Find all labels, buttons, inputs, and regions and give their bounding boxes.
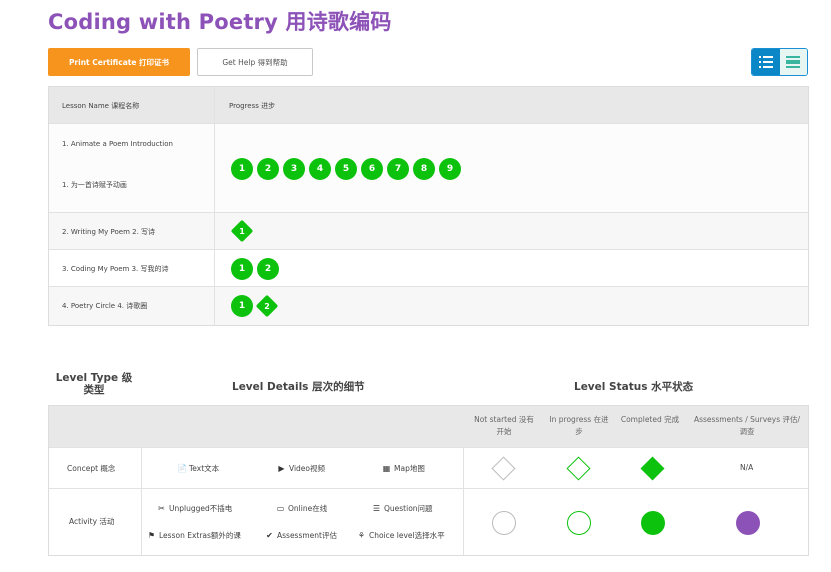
progress-table: Lesson Name 课程名称 Progress 进步 1. Animate … bbox=[48, 86, 809, 326]
table-header-row: Lesson Name 课程名称 Progress 进步 bbox=[49, 87, 808, 124]
legend-header-row: Not started 没有开始 In progress 在进步 Complet… bbox=[49, 406, 808, 447]
detail-text: 📄 Text文本 bbox=[177, 464, 220, 473]
level-bubble[interactable]: 1 bbox=[231, 295, 253, 317]
activity-in-progress-circle bbox=[567, 511, 591, 535]
print-certificate-button[interactable]: Print Certificate 打印证书 bbox=[48, 48, 190, 76]
view-toggle bbox=[751, 48, 808, 76]
lesson-name[interactable]: 3. Coding My Poem 3. 写我的诗 bbox=[62, 264, 168, 274]
level-bubble[interactable]: 5 bbox=[335, 158, 357, 180]
list-icon bbox=[758, 56, 773, 68]
detail-online: ▭ Online在线 bbox=[276, 504, 328, 513]
table-row: 4. Poetry Circle 4. 诗歌圈 1 2 bbox=[49, 287, 808, 325]
level-bubble[interactable]: 2 bbox=[257, 258, 279, 280]
concept-not-started-diamond bbox=[491, 456, 516, 481]
legend-table: Not started 没有开始 In progress 在进步 Complet… bbox=[48, 405, 809, 556]
level-details-heading: Level Details 层次的细节 bbox=[232, 381, 365, 393]
list-view-button[interactable] bbox=[752, 49, 780, 75]
assessments-header: Assessments / Surveys 评估/调查 bbox=[693, 415, 801, 436]
level-diamond[interactable]: 1 bbox=[230, 219, 254, 243]
lesson-name-header: Lesson Name 课程名称 bbox=[62, 102, 140, 110]
activity-assessment-circle bbox=[736, 511, 760, 535]
table-row: 3. Coding My Poem 3. 写我的诗 1 2 bbox=[49, 250, 808, 287]
map-icon: ▦ bbox=[382, 464, 391, 473]
concept-assessment-na: N/A bbox=[740, 463, 754, 472]
detail-question: ☰ Question问题 bbox=[372, 504, 433, 513]
table-row: 1. Animate a Poem Introduction 1. 为一首诗赋予… bbox=[49, 124, 808, 213]
progress-cell: 1 2 3 4 5 6 7 8 9 bbox=[215, 124, 808, 212]
detail-view-icon bbox=[786, 56, 801, 68]
level-bubble[interactable]: 9 bbox=[439, 158, 461, 180]
check-circle-icon: ✔ bbox=[266, 531, 273, 540]
detail-map: ▦ Map地图 bbox=[382, 464, 425, 473]
list-icon: ☰ bbox=[372, 504, 381, 513]
monitor-icon: ▭ bbox=[276, 504, 285, 513]
table-row: 2. Writing My Poem 2. 写诗 1 bbox=[49, 213, 808, 250]
activity-label: Activity 活动 bbox=[69, 517, 115, 526]
detail-video: ▶ Video视频 bbox=[278, 464, 326, 473]
level-bubble[interactable]: 8 bbox=[413, 158, 435, 180]
document-icon: 📄 bbox=[177, 464, 187, 473]
detail-unplugged: ✂ Unplugged不插电 bbox=[158, 504, 233, 513]
page-title: Coding with Poetry 用诗歌编码 bbox=[48, 10, 392, 34]
concept-row: Concept 概念 📄 Text文本 ▶ Video视频 ▦ Map地图 N/A bbox=[49, 447, 808, 488]
lesson-name[interactable]: 1. Animate a Poem Introduction bbox=[62, 140, 173, 148]
detail-choice-level: ⚘ Choice level选择水平 bbox=[357, 531, 445, 540]
level-type-heading: Level Type 级类型 bbox=[55, 372, 133, 396]
detail-lesson-extras: ⚑ Lesson Extras额外的课 bbox=[147, 531, 241, 540]
level-bubble[interactable]: 1 bbox=[231, 158, 253, 180]
in-progress-header: In progress 在进步 bbox=[549, 415, 609, 436]
level-bubble[interactable]: 1 bbox=[231, 258, 253, 280]
not-started-header: Not started 没有开始 bbox=[474, 415, 534, 436]
level-bubble[interactable]: 3 bbox=[283, 158, 305, 180]
video-icon: ▶ bbox=[278, 464, 285, 473]
level-diamond[interactable]: 2 bbox=[255, 294, 279, 318]
sitemap-icon: ⚘ bbox=[357, 531, 366, 540]
concept-label: Concept 概念 bbox=[67, 464, 116, 473]
scissors-icon: ✂ bbox=[158, 504, 165, 513]
detail-assessment: ✔ Assessment评估 bbox=[266, 531, 337, 540]
progress-header: Progress 进步 bbox=[229, 102, 276, 110]
level-bubble[interactable]: 2 bbox=[257, 158, 279, 180]
activity-row: Activity 活动 ✂ Unplugged不插电 ▭ Online在线 ☰ Que… bbox=[49, 488, 808, 556]
activity-completed-circle bbox=[641, 511, 665, 535]
detail-view-button[interactable] bbox=[779, 49, 807, 75]
level-bubble[interactable]: 7 bbox=[387, 158, 409, 180]
level-bubble[interactable]: 4 bbox=[309, 158, 331, 180]
completed-header: Completed 完成 bbox=[620, 415, 680, 424]
lesson-name-translation: 1. 为一首诗赋予动画 bbox=[62, 181, 127, 189]
get-help-button[interactable]: Get Help 得到帮助 bbox=[197, 48, 313, 76]
flag-icon: ⚑ bbox=[147, 531, 156, 540]
lesson-name[interactable]: 4. Poetry Circle 4. 诗歌圈 bbox=[62, 301, 147, 311]
activity-not-started-circle bbox=[492, 511, 516, 535]
concept-completed-diamond bbox=[640, 456, 665, 481]
lesson-name[interactable]: 2. Writing My Poem 2. 写诗 bbox=[62, 227, 155, 237]
level-bubble[interactable]: 6 bbox=[361, 158, 383, 180]
concept-in-progress-diamond bbox=[566, 456, 591, 481]
level-status-heading: Level Status 水平状态 bbox=[574, 381, 694, 393]
